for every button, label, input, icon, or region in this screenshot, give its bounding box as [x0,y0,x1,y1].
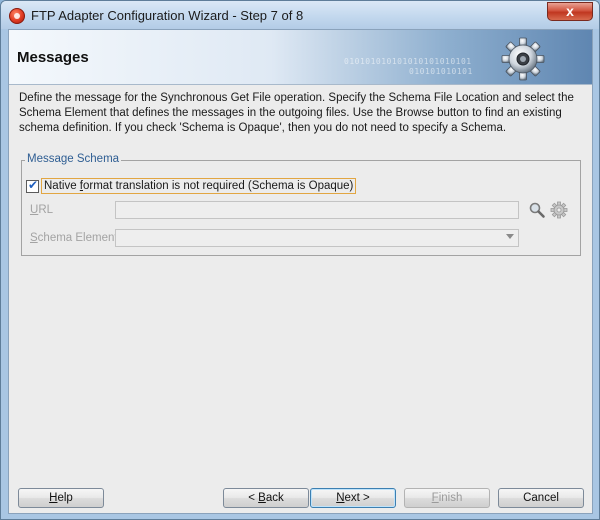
close-icon: x [566,3,574,19]
gear-small-icon[interactable] [550,201,568,219]
finish-mnemonic: F [431,492,439,504]
binary-decoration: 010101010101010101010101 [344,57,472,66]
schema-label-rest: chema Element [37,232,118,244]
schema-element-select[interactable] [115,229,519,247]
url-label-rest: RL [38,204,54,216]
url-label: URL [30,204,53,216]
schema-element-label: Schema Element [30,232,118,244]
label-prefix: Native [44,180,80,192]
wizard-window: FTP Adapter Configuration Wizard - Step … [0,0,600,520]
window-title: FTP Adapter Configuration Wizard - Step … [31,8,304,23]
help-button[interactable]: Help [18,488,104,508]
next-mnemonic: N [336,492,345,504]
binary-decoration-2: 010101010101 [409,67,473,76]
gear-icon [501,37,545,81]
schema-label-mnemonic: S [30,232,38,244]
wizard-content: Messages 010101010101010101010101 010101… [8,29,593,514]
url-input[interactable] [115,201,519,219]
description-text: Define the message for the Synchronous G… [19,92,574,134]
app-icon [9,8,25,24]
cancel-label: Cancel [523,492,559,504]
opaque-checkbox[interactable]: ✔ [26,178,39,193]
header-banner: Messages 010101010101010101010101 010101… [9,30,592,85]
back-prefix: < [248,492,259,504]
back-mnemonic: B [258,492,266,504]
back-rest: ack [265,492,284,504]
title-bar[interactable]: FTP Adapter Configuration Wizard - Step … [1,1,599,29]
finish-rest: inish [438,492,463,504]
page-title: Messages [17,49,89,66]
finish-button[interactable]: Finish [404,488,490,508]
back-button[interactable]: < Back [223,488,309,508]
chevron-down-icon[interactable] [506,234,514,239]
message-schema-group: Message Schema ✔ Native format translati… [21,153,581,256]
magnifier-icon[interactable] [528,201,546,219]
opaque-checkbox-label[interactable]: Native format translation is not require… [41,178,357,194]
close-button[interactable]: x [547,2,593,21]
group-legend: Message Schema [25,153,122,165]
check-icon: ✔ [28,178,39,192]
label-suffix: ormat translation is not required (Schem… [83,180,354,192]
next-button[interactable]: Next > [310,488,396,508]
cancel-button[interactable]: Cancel [498,488,584,508]
next-rest: ext > [344,492,370,504]
help-rest: elp [57,492,73,504]
